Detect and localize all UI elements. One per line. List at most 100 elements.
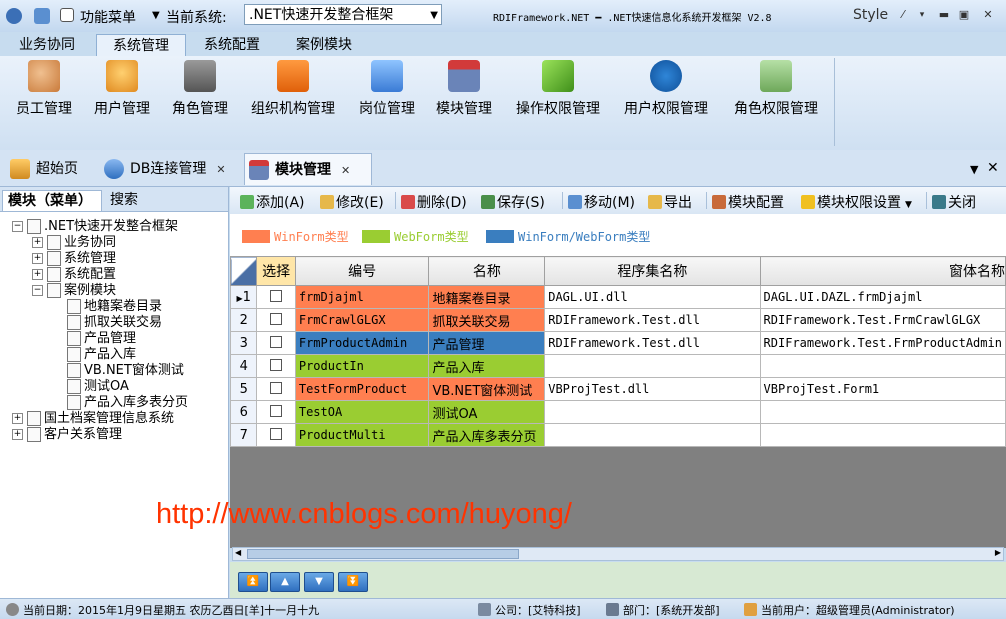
tab-business[interactable]: 业务协同 [10,34,84,57]
horizontal-scrollbar[interactable]: ◀ ▶ [232,547,1004,561]
cell-name[interactable]: 产品入库 [428,354,546,378]
maximize-icon[interactable]: ▣ [958,9,970,21]
tab-case-module[interactable]: 案例模块 [286,34,362,57]
expand-icon[interactable]: + [32,237,43,248]
row-checkbox[interactable] [270,381,283,394]
cell-code[interactable]: ProductMulti [294,423,430,447]
row-number[interactable]: 6 [230,400,258,424]
module-management-button[interactable]: 模块管理 [432,60,496,120]
tree-node-land-archive[interactable]: + 国土档案管理信息系统 [12,411,174,427]
dropdown-arrow-icon[interactable]: ▼ [152,10,160,21]
expand-icon[interactable]: + [12,413,23,424]
save-button[interactable]: 保存(S) [481,192,545,212]
row-number[interactable]: 3 [230,331,258,355]
cell-name[interactable]: 测试OA [428,400,546,424]
row-checkbox-cell[interactable] [256,423,296,447]
system-select[interactable]: .NET快速开发整合框架 ▼ [244,4,442,25]
org-management-button[interactable]: 组织机构管理 [246,60,340,120]
close-button[interactable]: 关闭 [932,192,976,212]
user-permission-button[interactable]: 用户权限管理 [620,60,712,120]
cell-name[interactable]: 抓取关联交易 [428,308,546,332]
delete-button[interactable]: 删除(D) [401,192,467,212]
row-checkbox[interactable] [270,335,283,348]
close-icon[interactable]: ✕ [216,163,225,176]
tree-node-system-config[interactable]: + 系统配置 [32,267,116,283]
close-icon[interactable]: ✕ [987,160,999,176]
cell-assembly[interactable] [544,354,761,378]
edit-button[interactable]: 修改(E) [320,192,384,212]
scroll-right-icon[interactable]: ▶ [995,548,1001,557]
tab-system-config[interactable]: 系统配置 [194,34,270,57]
user-management-button[interactable]: 用户管理 [90,60,154,120]
cell-assembly[interactable]: VBProjTest.dll [544,377,761,401]
doc-tab-start[interactable]: 超始页 [4,153,92,185]
cell-form[interactable] [759,400,1006,424]
tree-node-crm[interactable]: + 客户关系管理 [12,427,122,443]
row-checkbox-cell[interactable] [256,377,296,401]
minimize-icon[interactable]: ▬ [938,9,950,21]
row-checkbox-cell[interactable] [256,331,296,355]
table-row[interactable]: 7 ProductMulti 产品入库多表分页 [230,423,1006,447]
cell-assembly[interactable]: DAGL.UI.dll [544,285,761,309]
cell-code[interactable]: frmDjajml [294,285,430,309]
cell-name[interactable]: 产品管理 [428,331,546,355]
cell-code[interactable]: TestOA [294,400,430,424]
role-management-button[interactable]: 角色管理 [168,60,232,120]
expand-icon[interactable]: + [32,269,43,280]
close-icon[interactable]: ✕ [982,9,994,21]
cell-assembly[interactable] [544,400,761,424]
table-row[interactable]: 5 TestFormProduct VB.NET窗体测试 VBProjTest.dll… [230,377,1006,401]
move-bottom-icon[interactable]: ⏬ [338,572,368,592]
function-menu-button[interactable]: 功能菜单 [80,7,136,27]
doc-tab-module-management[interactable]: 模块管理 ✕ [244,153,372,185]
row-checkbox-cell[interactable] [256,285,296,309]
row-number[interactable]: 4 [230,354,258,378]
operation-permission-button[interactable]: 操作权限管理 [512,60,604,120]
dropdown-arrow-icon[interactable]: ▾ [916,9,928,21]
cell-form[interactable] [759,423,1006,447]
cell-name[interactable]: 产品入库多表分页 [428,423,546,447]
module-config-button[interactable]: 模块配置 [712,192,784,212]
select-all-corner[interactable] [230,256,258,286]
employee-management-button[interactable]: 员工管理 [12,60,76,120]
cell-code[interactable]: ProductIn [294,354,430,378]
export-button[interactable]: 导出 [648,192,692,212]
role-permission-button[interactable]: 角色权限管理 [730,60,822,120]
table-row[interactable]: 2 FrmCrawlGLGX 抓取关联交易 RDIFramework.Test.dll… [230,308,1006,332]
move-up-icon[interactable]: ▲ [270,572,300,592]
row-number[interactable]: 2 [230,308,258,332]
menu-icon[interactable] [60,8,74,22]
tab-search[interactable]: 搜索 [110,190,138,211]
row-checkbox-cell[interactable] [256,400,296,424]
table-row[interactable]: 6 TestOA 测试OA [230,400,1006,424]
col-header-form[interactable]: 窗体名称 [759,256,1006,286]
pin-icon[interactable]: ⁄ [897,9,909,21]
scrollbar-thumb[interactable] [247,549,519,559]
cell-form[interactable] [759,354,1006,378]
row-number[interactable]: ▶1 [230,285,258,309]
move-button[interactable]: 移动(M) [568,192,635,212]
col-header-assembly[interactable]: 程序集名称 [544,256,761,286]
cell-assembly[interactable] [544,423,761,447]
expand-icon[interactable]: + [12,429,23,440]
tab-module-menu[interactable]: 模块（菜单） [2,190,102,211]
tree-node-leaf[interactable]: 测试OA [67,379,129,395]
row-checkbox[interactable] [270,427,283,440]
scroll-left-icon[interactable]: ◀ [235,548,241,557]
tree-node-business[interactable]: + 业务协同 [32,235,116,251]
collapse-icon[interactable]: − [32,285,43,296]
cell-name[interactable]: 地籍案卷目录 [428,285,546,309]
tab-list-dropdown-icon[interactable]: ▼ [970,163,978,176]
cell-assembly[interactable]: RDIFramework.Test.dll [544,331,761,355]
tree-node-root[interactable]: − .NET快速开发整合框架 [12,219,178,235]
cell-form[interactable]: DAGL.UI.DAZL.frmDjajml [759,285,1006,309]
col-header-select[interactable]: 选择 [256,256,296,286]
style-button[interactable]: Style [853,7,888,23]
collapse-icon[interactable]: − [12,221,23,232]
tree-node-case-module[interactable]: − 案例模块 [32,283,116,299]
row-checkbox-cell[interactable] [256,354,296,378]
tree-node-leaf[interactable]: VB.NET窗体测试 [67,363,184,379]
cell-code[interactable]: TestFormProduct [294,377,430,401]
tab-system-management[interactable]: 系统管理 [96,34,186,57]
tree-node-leaf[interactable]: 抓取关联交易 [67,315,162,331]
